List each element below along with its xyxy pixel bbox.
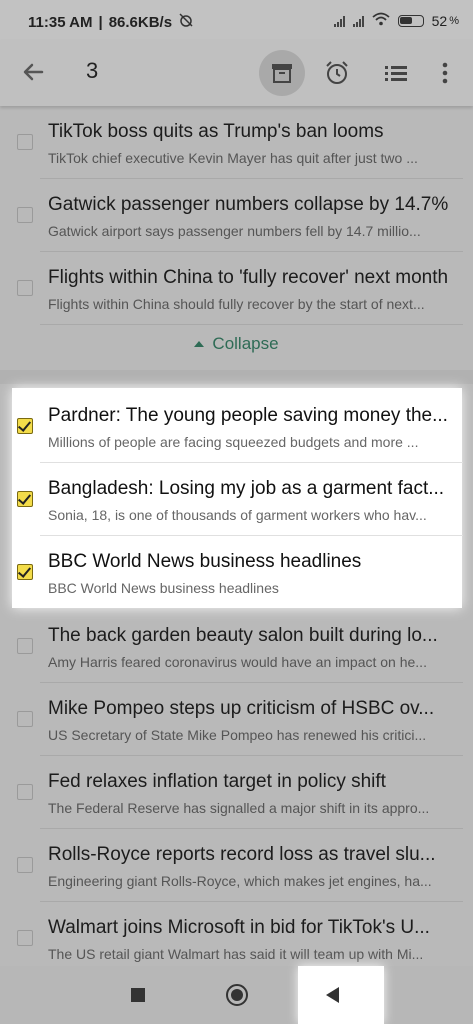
item-checkbox-checked[interactable] [17,491,33,507]
item-title: Walmart joins Microsoft in bid for TikTo… [48,917,430,938]
item-subtitle: US Secretary of State Mike Pompeo has re… [48,727,427,743]
item-subtitle: TikTok chief executive Kevin Mayer has q… [48,150,418,166]
item-subtitle: Gatwick airport says passenger numbers f… [48,223,421,239]
collapse-label: Collapse [212,334,279,353]
item-title: Mike Pompeo steps up criticism of HSBC o… [48,698,435,719]
item-title: Bangladesh: Losing my job as a garment f… [48,478,445,499]
item-checkbox[interactable] [17,207,33,223]
item-checkbox[interactable] [17,638,33,654]
item-subtitle: The Federal Reserve has signalled a majo… [48,800,430,816]
more-options-button[interactable] [425,53,465,93]
item-subtitle: Sonia, 18, is one of thousands of garmen… [48,507,427,523]
item-title: Pardner: The young people saving money t… [48,405,448,426]
arrow-left-icon [23,63,44,81]
group-divider [0,370,473,384]
home-button[interactable] [226,984,248,1006]
list-item[interactable]: Flights within China to 'fully recover' … [0,252,473,325]
signal-icon-2 [352,15,364,27]
nav-back-highlight [298,966,384,1024]
status-speed: 86.6KB/s [108,13,173,31]
battery-icon [397,14,424,27]
recents-button[interactable] [131,988,145,1002]
list-icon [385,66,407,81]
system-nav-bar [0,966,473,1024]
item-title: The back garden beauty salon built durin… [48,625,438,646]
list-item[interactable]: Pardner: The young people saving money t… [0,390,473,463]
list-item[interactable]: The back garden beauty salon built durin… [0,610,473,683]
item-title: BBC World News business headlines [48,551,362,572]
list-item[interactable]: Mike Pompeo steps up criticism of HSBC o… [0,683,473,756]
item-checkbox[interactable] [17,857,33,873]
nav-back-button[interactable] [326,987,339,1003]
archive-icon [272,64,292,83]
toolbar: 3 [0,40,473,106]
collapse-button[interactable]: Collapse [0,322,473,370]
selected-count: 3 [86,58,99,83]
alarm-off-icon [178,12,194,32]
list-item[interactable]: TikTok boss quits as Trump's ban looms T… [0,106,473,179]
battery-level: 52 [431,12,448,29]
status-time: 11:35 AM [28,13,93,31]
item-checkbox[interactable] [17,280,33,296]
item-title: TikTok boss quits as Trump's ban looms [48,121,384,142]
item-title: Rolls-Royce reports record loss as trave… [48,844,436,865]
snooze-button[interactable] [317,53,357,93]
item-checkbox[interactable] [17,930,33,946]
item-title: Flights within China to 'fully recover' … [48,267,449,288]
alarm-clock-icon [326,61,348,84]
list-item[interactable]: Walmart joins Microsoft in bid for TikTo… [0,902,473,975]
item-checkbox[interactable] [17,134,33,150]
item-checkbox-checked[interactable] [17,564,33,580]
list-item[interactable]: Fed relaxes inflation target in policy s… [0,756,473,829]
item-title: Gatwick passenger numbers collapse by 14… [48,194,449,215]
item-checkbox[interactable] [17,784,33,800]
item-checkbox-checked[interactable] [17,418,33,434]
list-item[interactable]: Bangladesh: Losing my job as a garment f… [0,463,473,536]
signal-icon [333,15,345,27]
status-right: 52 % [333,12,459,29]
item-subtitle: Engineering giant Rolls-Royce, which mak… [48,873,432,889]
status-bar: 11:35 AM | 86.6KB/s 52 % [0,0,473,40]
item-subtitle: Millions of people are facing squeezed b… [48,434,419,450]
list-item[interactable]: Gatwick passenger numbers collapse by 14… [0,179,473,252]
more-vert-icon [442,62,448,84]
status-left: 11:35 AM | 86.6KB/s [28,12,194,32]
list-item[interactable]: BBC World News business headlines BBC Wo… [0,536,473,609]
item-subtitle: Amy Harris feared coronavirus would have… [48,654,427,670]
item-checkbox[interactable] [17,711,33,727]
list-view-button[interactable] [376,53,416,93]
list-item[interactable]: Rolls-Royce reports record loss as trave… [0,829,473,902]
back-button[interactable] [20,58,50,88]
item-subtitle: The US retail giant Walmart has said it … [48,946,424,962]
archive-button[interactable] [259,50,305,96]
item-subtitle: Flights within China should fully recove… [48,296,425,312]
wifi-icon [372,12,390,29]
caret-up-icon [194,341,205,347]
item-subtitle: BBC World News business headlines [48,580,279,596]
item-title: Fed relaxes inflation target in policy s… [48,771,386,792]
